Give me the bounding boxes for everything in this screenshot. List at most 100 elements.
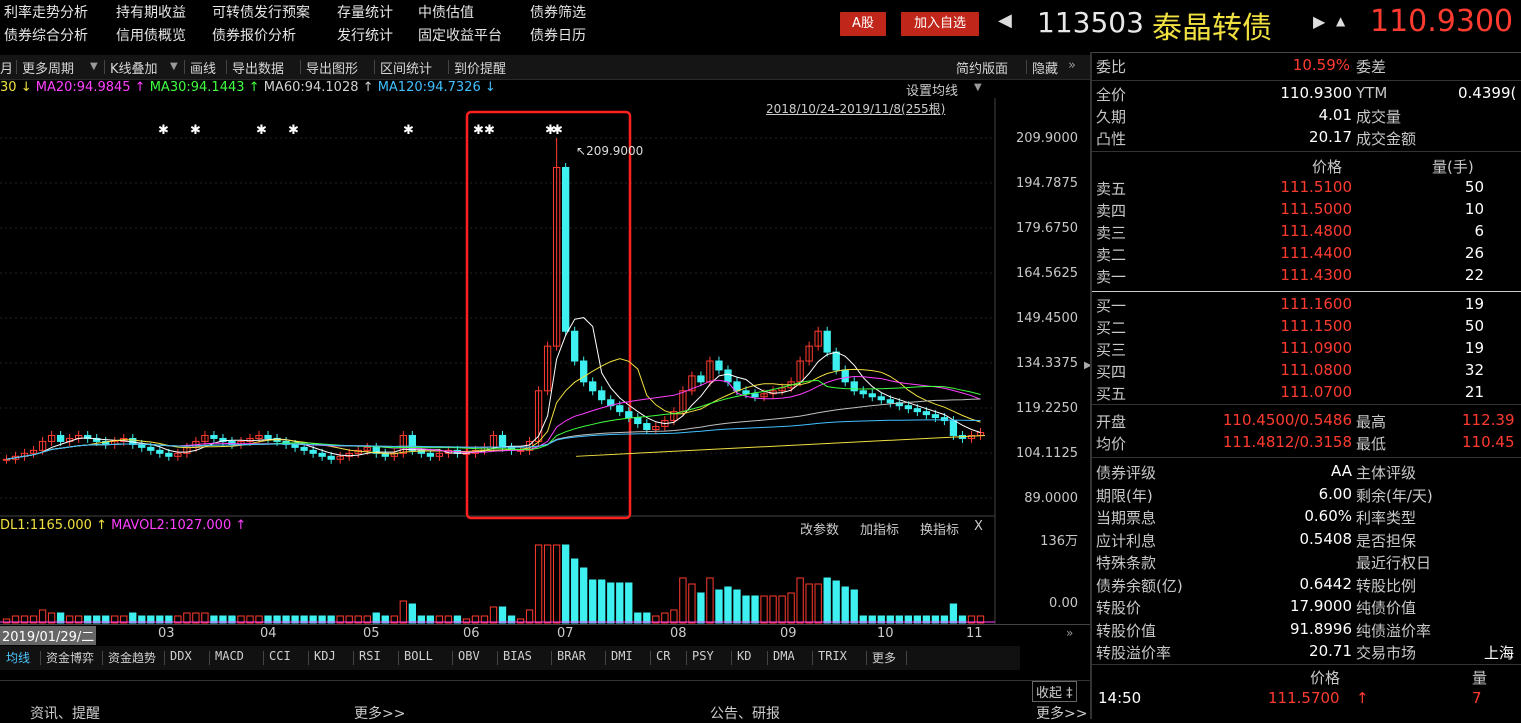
info-label: 债券评级 <box>1096 464 1157 482</box>
collapse-button[interactable]: 收起 ‡ <box>1032 681 1077 702</box>
indicator-tab[interactable]: 更多 <box>872 649 896 666</box>
chevron-down-icon[interactable]: ▼ <box>974 82 982 93</box>
tb-hide[interactable]: 隐藏 <box>1032 58 1058 77</box>
book-price[interactable]: 111.0900 <box>1262 339 1352 361</box>
chevron-down-icon[interactable]: ▼ <box>90 61 98 72</box>
nav-credit-overview[interactable]: 信用债概览 <box>116 25 186 45</box>
kline-chart[interactable]: ✱ ✱ ✱ ✱ ✱ ✱ ✱ ✱✱ <box>0 98 1090 648</box>
indicator-tab[interactable]: KD <box>737 649 751 663</box>
ma30-value: MA30:94.1443 <box>149 80 245 95</box>
volume-bar <box>841 586 849 624</box>
set-ma-button[interactable]: 设置均线 <box>906 80 958 99</box>
indicator-tab[interactable]: KDJ <box>314 649 336 663</box>
nav-holding-yield[interactable]: 持有期收益 <box>116 2 186 22</box>
nav-bond-screen[interactable]: 债券筛选 <box>530 2 586 22</box>
nav-cb-issue-plan[interactable]: 可转债发行预案 <box>212 2 310 22</box>
volume-bar <box>525 609 534 624</box>
announce-more-link[interactable]: 更多>> <box>1036 703 1087 723</box>
tb-export-graph[interactable]: 导出图形 <box>306 58 358 77</box>
indicator-tab[interactable]: TRIX <box>818 649 847 663</box>
tb-range-stat[interactable]: 区间统计 <box>380 58 432 77</box>
book-price[interactable]: 111.1600 <box>1262 295 1352 317</box>
volume-bar <box>724 586 732 624</box>
tb-k-overlay[interactable]: K线叠加 <box>110 58 158 77</box>
indicator-tab[interactable]: CR <box>656 649 670 663</box>
event-marker-icon: ✱ <box>158 123 169 138</box>
tb-month[interactable]: 月 <box>0 58 13 77</box>
ma10-value: 30 <box>0 80 17 95</box>
book-price[interactable]: 111.0800 <box>1262 361 1352 383</box>
convexity-value: 20.17 <box>1309 128 1352 146</box>
prev-arrow-icon[interactable]: ◀ <box>998 10 1012 31</box>
indicator-tab[interactable]: BOLL <box>404 649 433 663</box>
ma20-value: MA20:94.9845 <box>35 80 131 95</box>
news-more-link[interactable]: 更多>> <box>354 703 405 723</box>
vol-legend: DL1:1165.000 ↑ MAVOL2:1027.000 ↑ <box>0 518 246 533</box>
nav-bond-analysis[interactable]: 债券综合分析 <box>4 25 88 45</box>
volume-bar <box>706 577 714 624</box>
info-value: 0.6442 <box>1299 574 1353 593</box>
x-month: 06 <box>463 626 480 641</box>
a-share-button[interactable]: A股 <box>840 12 886 36</box>
indicator-tab[interactable]: PSY <box>692 649 714 663</box>
indicator-tab[interactable]: 均线 <box>6 649 30 666</box>
indicator-tab[interactable]: 资金趋势 <box>108 649 156 666</box>
tb-simple-layout[interactable]: 简约版面 <box>956 58 1008 77</box>
book-price[interactable]: 111.1500 <box>1262 317 1352 339</box>
tb-more-period[interactable]: 更多周期 <box>22 58 74 77</box>
book-price[interactable]: 111.4800 <box>1262 222 1352 244</box>
close-icon[interactable]: X <box>974 519 983 534</box>
candle-body <box>841 369 849 383</box>
nav-quote-analysis[interactable]: 债券报价分析 <box>212 25 296 45</box>
indicator-tab[interactable]: OBV <box>458 649 480 663</box>
double-chevron-icon[interactable]: » <box>1066 626 1073 640</box>
nav-rate-trend[interactable]: 利率走势分析 <box>4 2 88 22</box>
candle-body <box>210 434 218 439</box>
indicator-tab[interactable]: DMI <box>611 649 633 663</box>
nav-stock-stat[interactable]: 存量统计 <box>337 2 393 22</box>
indicator-tab[interactable]: MACD <box>215 649 244 663</box>
y-tick: 149.4500 <box>1015 311 1078 326</box>
nav-bond-calendar[interactable]: 债券日历 <box>530 25 586 45</box>
ma120-value: MA120:94.7326 <box>377 80 481 95</box>
indicator-tab[interactable]: CCI <box>269 649 291 663</box>
switch-indicator-button[interactable]: 换指标 <box>920 519 959 538</box>
info-value: 91.8996 <box>1289 619 1352 638</box>
volume-bar <box>850 589 858 624</box>
nav-cb-valuation[interactable]: 中债估值 <box>418 2 474 22</box>
candle-body <box>868 393 876 398</box>
next-arrow-icon[interactable]: ▶ <box>1313 12 1325 31</box>
down-arrow-icon: ↓ <box>20 80 32 95</box>
volume-bar <box>742 595 750 624</box>
amount-label: 成交金额 <box>1356 130 1417 148</box>
chevron-down-icon[interactable]: ▼ <box>170 61 178 72</box>
indicator-tab[interactable]: BIAS <box>503 649 532 663</box>
info-label: 主体评级 <box>1356 464 1417 482</box>
book-price[interactable]: 111.5000 <box>1262 200 1352 222</box>
nav-fixed-income[interactable]: 固定收益平台 <box>418 25 502 45</box>
book-price[interactable]: 111.5100 <box>1262 178 1352 200</box>
chart-grid: ✱ ✱ ✱ ✱ ✱ ✱ ✱ ✱✱ <box>0 98 996 624</box>
indicator-tab[interactable]: RSI <box>359 649 381 663</box>
indicator-tab[interactable]: DMA <box>773 649 795 663</box>
tb-price-alert[interactable]: 到价提醒 <box>454 58 506 77</box>
book-price[interactable]: 111.4300 <box>1262 266 1352 288</box>
nav-issue-stat[interactable]: 发行统计 <box>337 25 393 45</box>
book-price[interactable]: 111.0700 <box>1262 383 1352 405</box>
peak-price-label: ↖209.9000 <box>576 144 644 158</box>
volume-bar <box>607 582 615 624</box>
book-price[interactable]: 111.4400 <box>1262 244 1352 266</box>
add-watchlist-button[interactable]: 加入自选 <box>901 12 979 36</box>
tb-draw-line[interactable]: 画线 <box>190 58 216 77</box>
add-indicator-button[interactable]: 加指标 <box>860 519 899 538</box>
tb-export-data[interactable]: 导出数据 <box>232 58 284 77</box>
candle-body <box>832 351 840 371</box>
bond-name: 泰晶转债 <box>1152 11 1272 46</box>
double-chevron-icon[interactable]: » <box>1068 58 1076 73</box>
change-params-button[interactable]: 改参数 <box>800 519 839 538</box>
x-month: 08 <box>670 626 687 641</box>
indicator-tab[interactable]: DDX <box>170 649 192 663</box>
indicator-tab[interactable]: BRAR <box>557 649 586 663</box>
info-label: 转股价 <box>1096 599 1142 617</box>
indicator-tab[interactable]: 资金博弈 <box>46 649 94 666</box>
